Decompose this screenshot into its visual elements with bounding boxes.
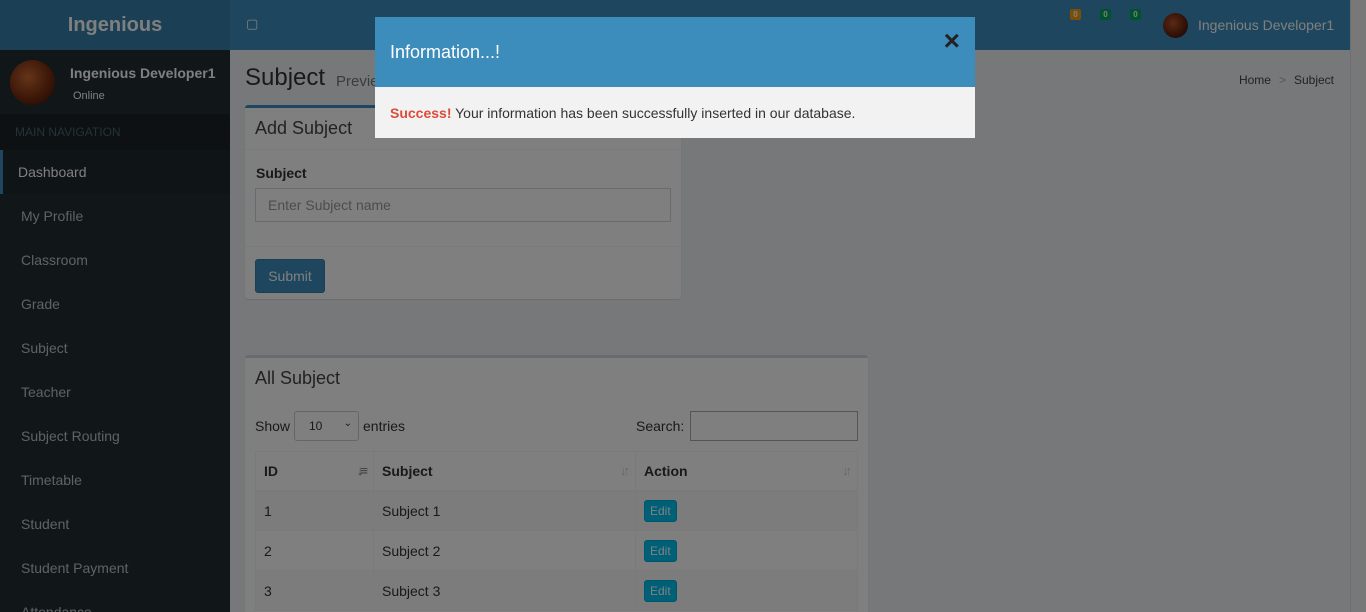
modal-header: Information...! ×: [375, 17, 975, 87]
modal-message: Your information has been successfully i…: [451, 105, 856, 121]
close-icon[interactable]: ×: [944, 27, 960, 55]
success-label: Success!: [390, 105, 452, 121]
information-modal: Information...! × Success! Your informat…: [375, 17, 975, 138]
modal-title: Information...!: [390, 42, 501, 62]
modal-body: Success! Your information has been succe…: [375, 87, 975, 138]
